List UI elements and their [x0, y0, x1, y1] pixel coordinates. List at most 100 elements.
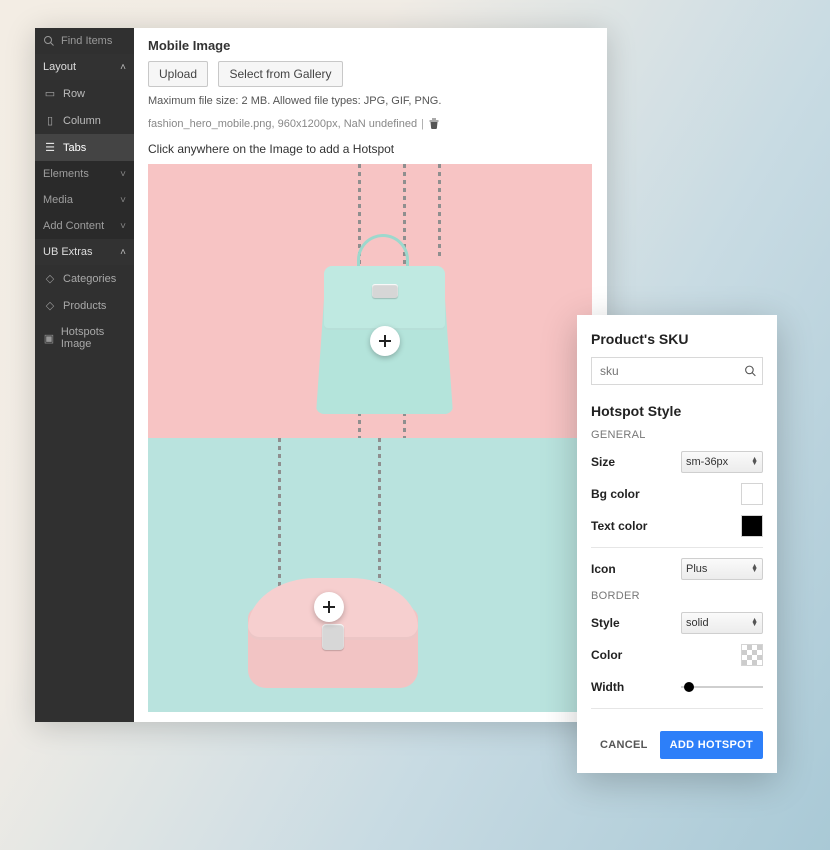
icon-select[interactable]: Plus ▲▼ [681, 558, 763, 580]
main-editor: Mobile Image Upload Select from Gallery … [134, 28, 607, 722]
panel-add-content-label: Add Content [43, 220, 104, 232]
decorative-chain [278, 438, 281, 598]
search-icon [744, 365, 757, 378]
size-value: sm-36px [686, 456, 728, 468]
select-from-gallery-button[interactable]: Select from Gallery [218, 61, 342, 87]
hotspot-style-heading: Hotspot Style [591, 403, 763, 419]
border-style-label: Style [591, 616, 620, 630]
decorative-chain [378, 438, 381, 598]
border-style-select[interactable]: solid ▲▼ [681, 612, 763, 634]
panel-layout-label: Layout [43, 61, 76, 73]
upload-button[interactable]: Upload [148, 61, 208, 87]
upload-controls: Upload Select from Gallery [148, 61, 593, 87]
panel-media-label: Media [43, 194, 73, 206]
chevron-down-icon: ˅ [120, 169, 126, 180]
hotspot-hint: Click anywhere on the Image to add a Hot… [148, 142, 593, 156]
hotspot-settings-panel: Product's SKU Hotspot Style GENERAL Size… [577, 315, 777, 773]
sidebar-item-row[interactable]: ▭ Row [35, 80, 134, 107]
sidebar: Find Items Layout ˄ ▭ Row ▯ Column ☰ Tab… [35, 28, 134, 722]
sidebar-item-label: Row [63, 88, 85, 100]
border-style-row: Style solid ▲▼ [591, 612, 763, 634]
sku-input-row [591, 357, 763, 385]
sidebar-item-label: Hotspots Image [61, 326, 126, 350]
tabs-icon: ☰ [43, 141, 57, 154]
sidebar-item-categories[interactable]: ◇ Categories [35, 265, 134, 292]
border-subheading: BORDER [591, 590, 763, 602]
file-name: fashion_hero_mobile.png, 960x1200px, NaN… [148, 118, 417, 130]
border-color-swatch[interactable] [741, 644, 763, 666]
panel-elements[interactable]: Elements ˅ [35, 161, 134, 187]
divider [591, 708, 763, 709]
border-color-label: Color [591, 648, 622, 662]
delete-file-button[interactable] [428, 117, 440, 130]
border-style-value: solid [686, 617, 709, 629]
sku-input[interactable] [591, 357, 763, 385]
chevron-down-icon: ˅ [120, 195, 126, 206]
select-caret-icon: ▲▼ [751, 565, 758, 573]
slider-thumb[interactable] [684, 682, 694, 692]
textcolor-row: Text color [591, 515, 763, 537]
sidebar-item-tabs[interactable]: ☰ Tabs [35, 134, 134, 161]
sku-heading: Product's SKU [591, 331, 763, 347]
sidebar-item-label: Categories [63, 273, 116, 285]
hotspot-marker[interactable] [314, 592, 344, 622]
decorative-chain [438, 164, 441, 260]
border-width-label: Width [591, 680, 624, 694]
panel-actions: CANCEL ADD HOTSPOT [591, 731, 763, 759]
editor-window: Find Items Layout ˄ ▭ Row ▯ Column ☰ Tab… [35, 28, 607, 722]
sidebar-item-hotspots-image[interactable]: ▣ Hotspots Image [35, 319, 134, 357]
bgcolor-label: Bg color [591, 487, 640, 501]
section-title: Mobile Image [148, 38, 593, 53]
sidebar-item-label: Products [63, 300, 106, 312]
upload-hint: Maximum file size: 2 MB. Allowed file ty… [148, 95, 593, 107]
sidebar-item-label: Tabs [63, 142, 86, 154]
icon-value: Plus [686, 563, 707, 575]
image-lower-half [148, 438, 592, 712]
trash-icon [428, 117, 440, 130]
find-items-placeholder: Find Items [61, 35, 112, 47]
bgcolor-row: Bg color [591, 483, 763, 505]
row-icon: ▭ [43, 87, 57, 100]
panel-ub-extras[interactable]: UB Extras ˄ [35, 239, 134, 265]
cancel-button[interactable]: CANCEL [600, 739, 648, 751]
find-items-search[interactable]: Find Items [35, 28, 134, 54]
bgcolor-swatch[interactable] [741, 483, 763, 505]
sidebar-item-products[interactable]: ◇ Products [35, 292, 134, 319]
general-subheading: GENERAL [591, 429, 763, 441]
panel-elements-label: Elements [43, 168, 89, 180]
border-color-row: Color [591, 644, 763, 666]
cube-icon: ◇ [43, 272, 57, 285]
column-icon: ▯ [43, 114, 57, 127]
select-caret-icon: ▲▼ [751, 458, 758, 466]
separator: | [421, 118, 424, 130]
textcolor-label: Text color [591, 519, 647, 533]
sku-search-button[interactable] [744, 365, 757, 378]
hotspot-image[interactable] [148, 164, 592, 712]
add-hotspot-button[interactable]: ADD HOTSPOT [660, 731, 763, 759]
select-caret-icon: ▲▼ [751, 619, 758, 627]
icon-label: Icon [591, 562, 616, 576]
hotspot-marker[interactable] [370, 326, 400, 356]
chevron-up-icon: ˄ [120, 247, 126, 258]
panel-add-content[interactable]: Add Content ˅ [35, 213, 134, 239]
panel-media[interactable]: Media ˅ [35, 187, 134, 213]
size-label: Size [591, 455, 615, 469]
border-width-slider[interactable] [681, 676, 763, 698]
size-row: Size sm-36px ▲▼ [591, 451, 763, 473]
search-icon [43, 35, 55, 47]
image-upper-half [148, 164, 592, 438]
icon-row: Icon Plus ▲▼ [591, 558, 763, 580]
chevron-down-icon: ˅ [120, 221, 126, 232]
file-info-row: fashion_hero_mobile.png, 960x1200px, NaN… [148, 117, 593, 130]
textcolor-swatch[interactable] [741, 515, 763, 537]
panel-ub-extras-label: UB Extras [43, 246, 93, 258]
size-select[interactable]: sm-36px ▲▼ [681, 451, 763, 473]
divider [591, 547, 763, 548]
slider-track [681, 686, 763, 688]
chevron-up-icon: ˄ [120, 62, 126, 73]
image-icon: ▣ [43, 332, 55, 345]
border-width-row: Width [591, 676, 763, 698]
cube-icon: ◇ [43, 299, 57, 312]
sidebar-item-column[interactable]: ▯ Column [35, 107, 134, 134]
panel-layout[interactable]: Layout ˄ [35, 54, 134, 80]
